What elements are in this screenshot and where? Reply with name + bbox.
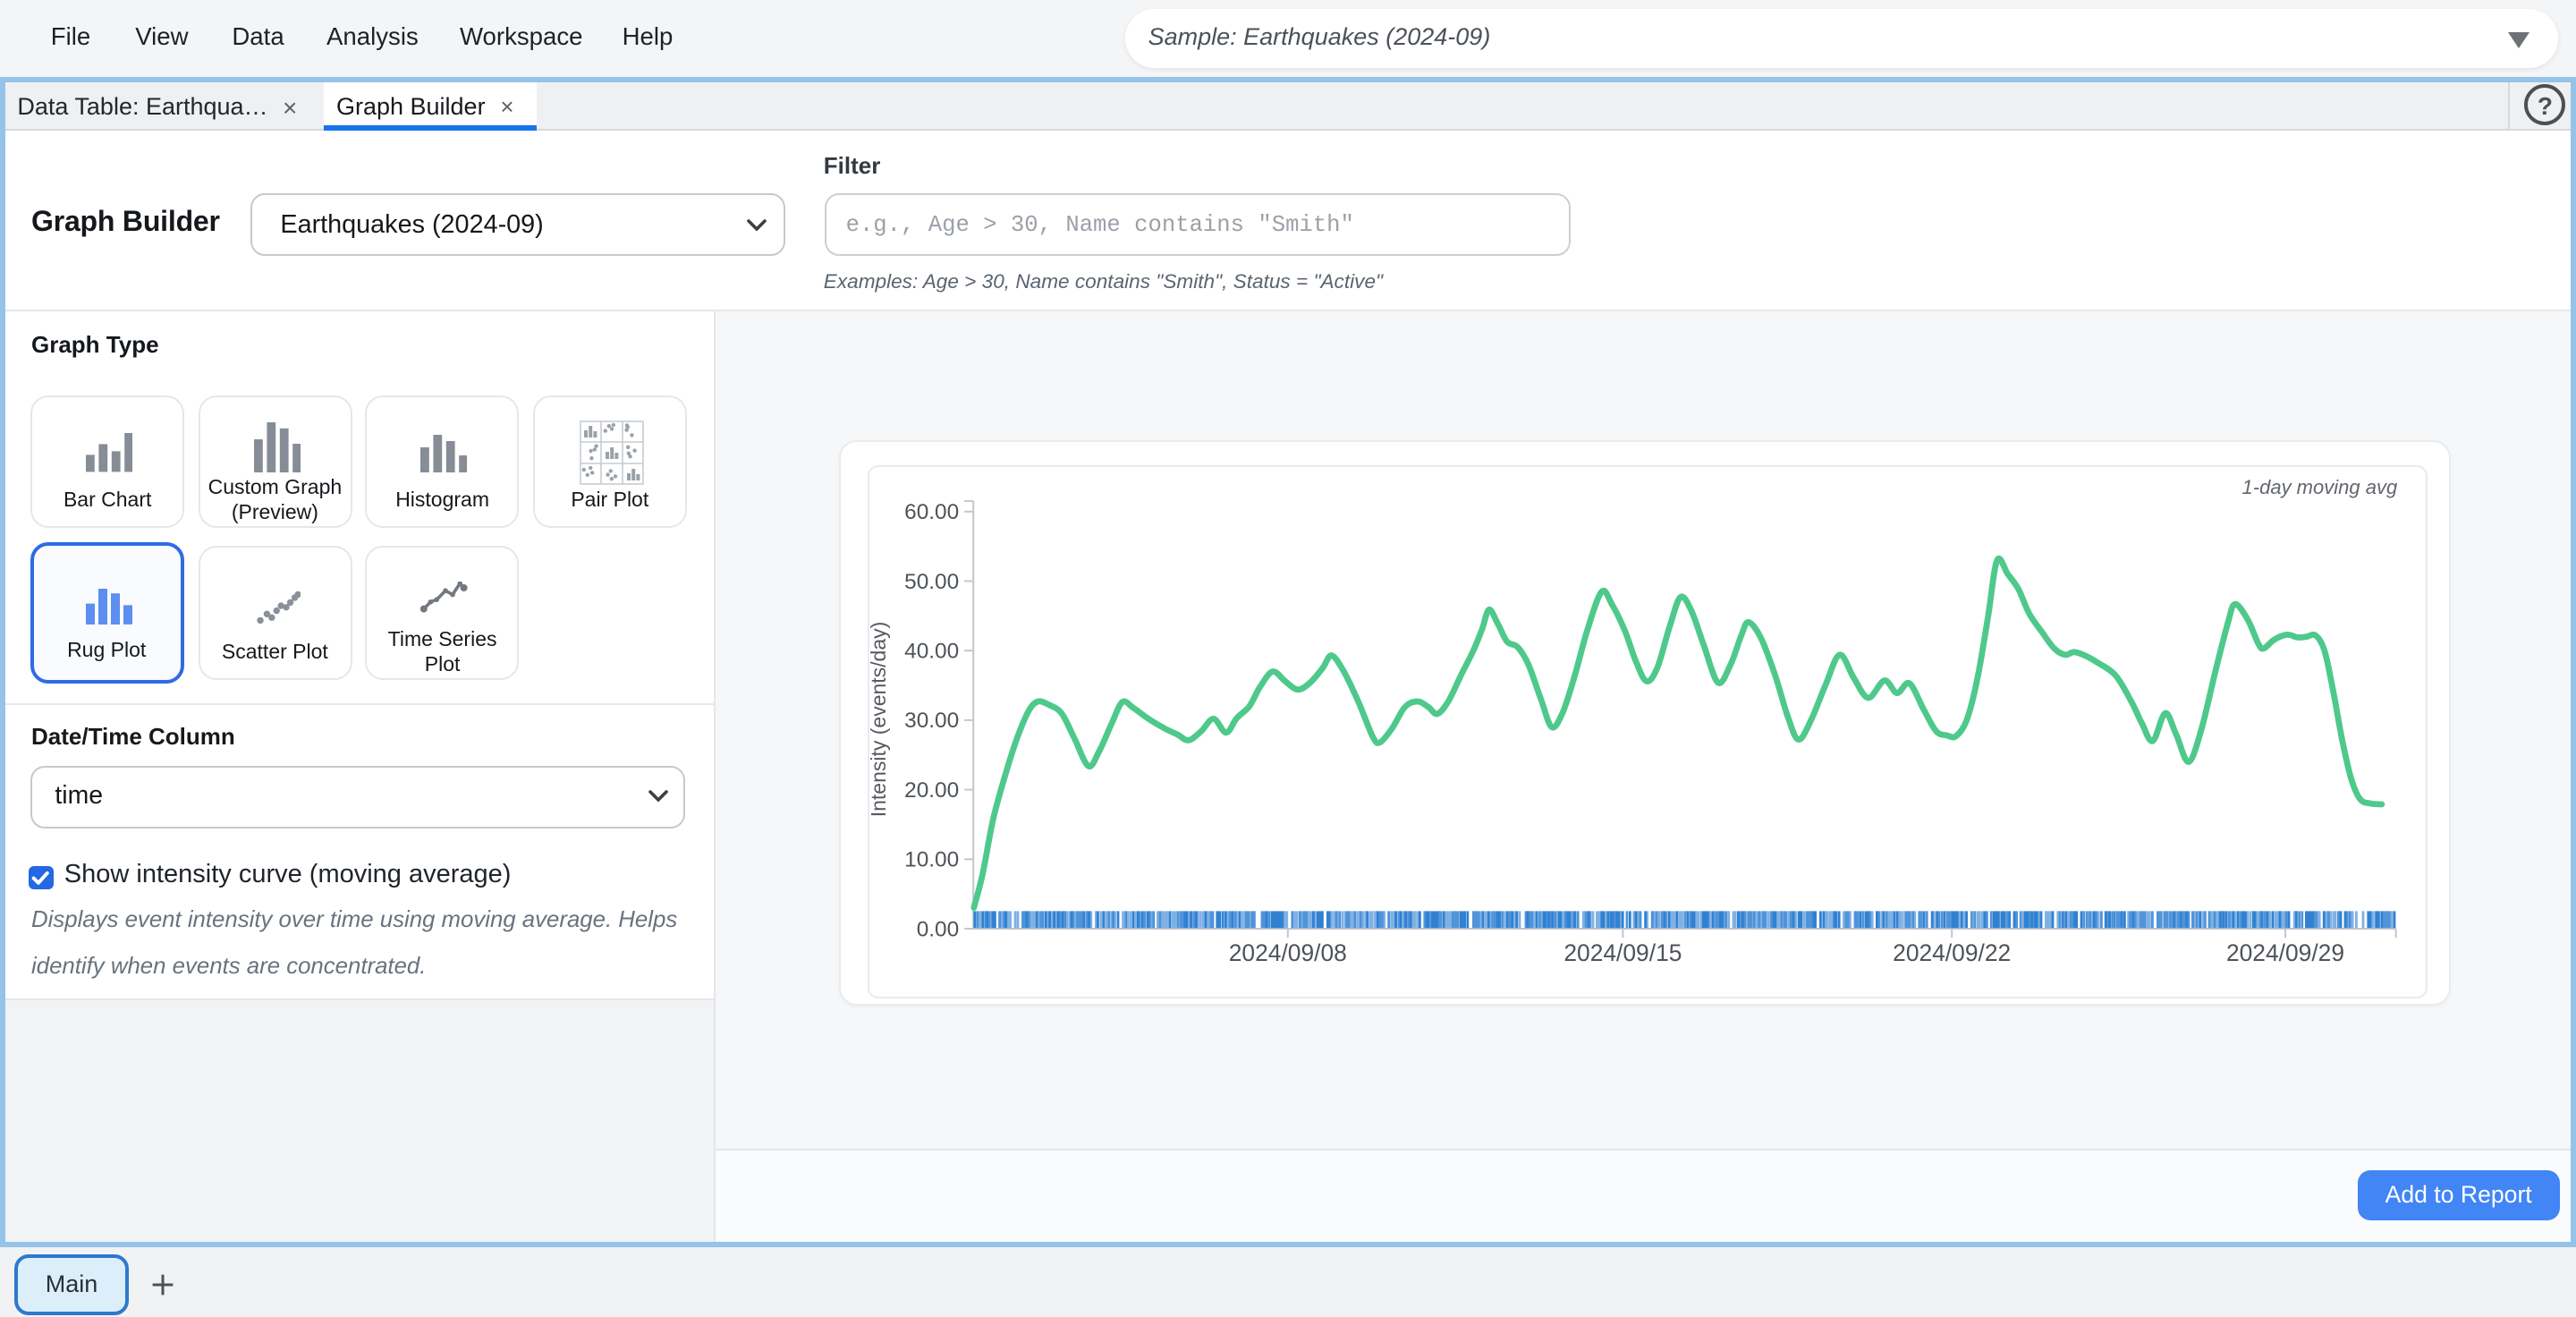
svg-text:10.00: 10.00: [903, 847, 958, 871]
svg-text:40.00: 40.00: [903, 639, 958, 663]
svg-text:60.00: 60.00: [903, 500, 958, 524]
svg-text:2024/09/22: 2024/09/22: [1892, 939, 2010, 966]
svg-text:2024/09/29: 2024/09/29: [2225, 939, 2343, 966]
svg-text:30.00: 30.00: [903, 709, 958, 733]
svg-text:2024/09/08: 2024/09/08: [1228, 939, 1346, 966]
svg-text:50.00: 50.00: [903, 570, 958, 594]
svg-text:2024/09/15: 2024/09/15: [1563, 939, 1682, 966]
svg-text:1-day moving avg: 1-day moving avg: [2241, 476, 2397, 498]
svg-text:20.00: 20.00: [903, 778, 958, 803]
svg-text:0.00: 0.00: [916, 917, 958, 941]
svg-text:Intensity (events/day): Intensity (events/day): [869, 621, 889, 817]
